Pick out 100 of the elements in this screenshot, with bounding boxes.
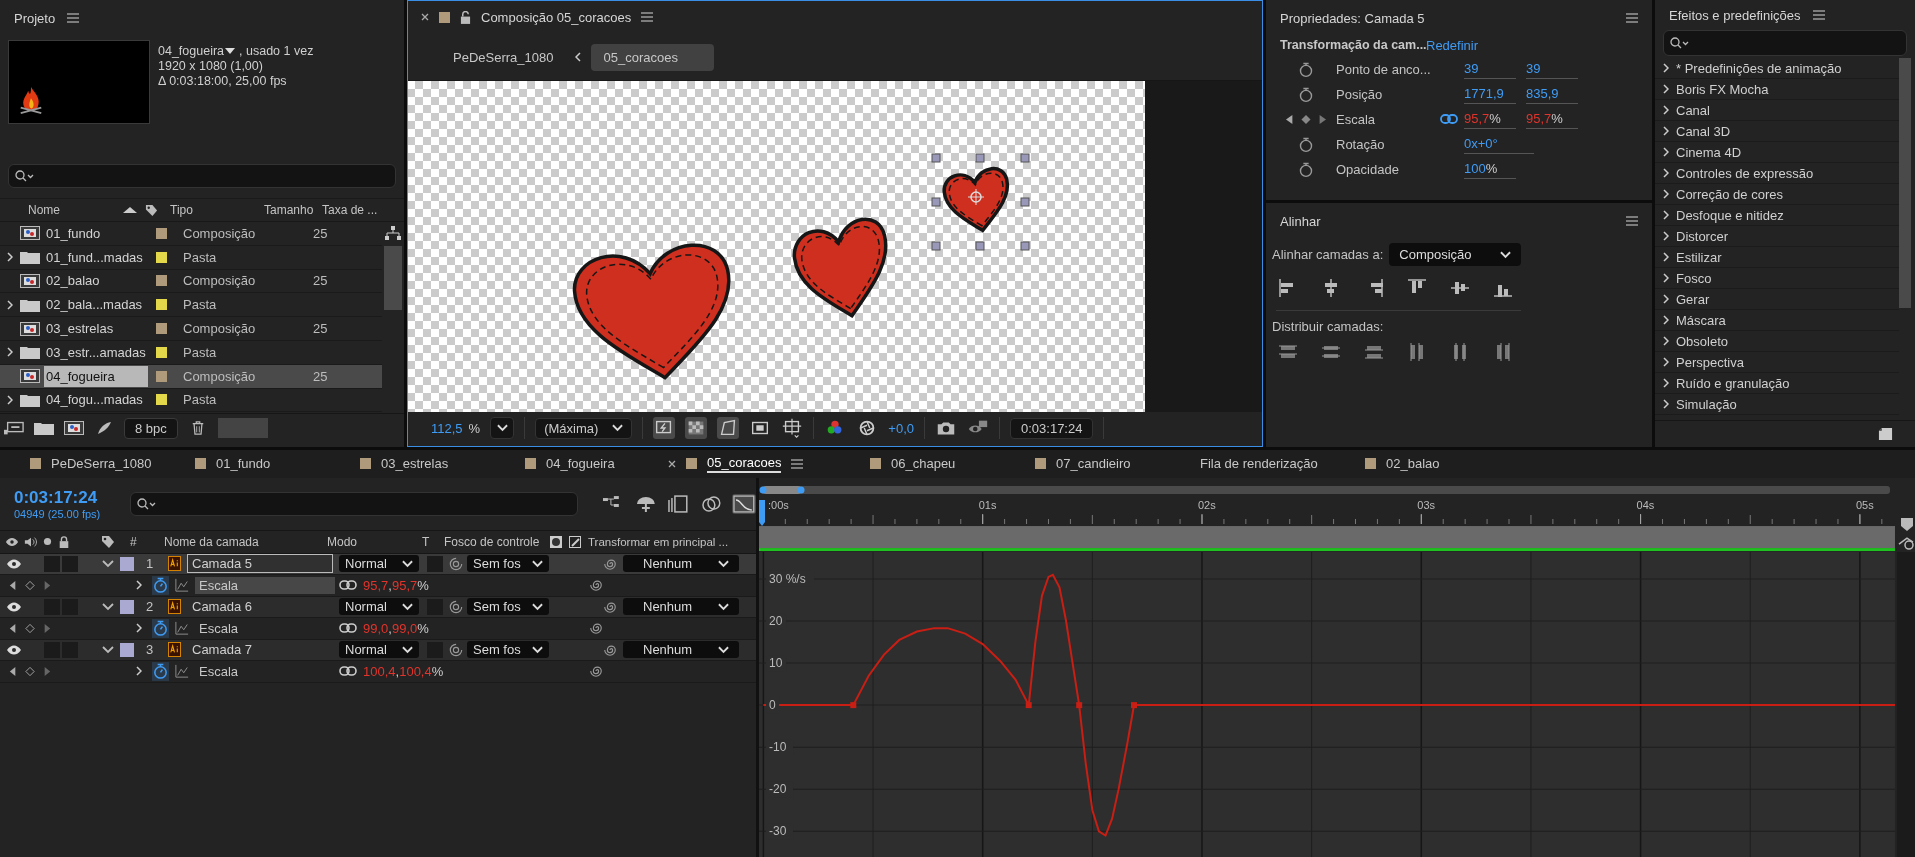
property-name[interactable]: Escala xyxy=(195,662,335,680)
search-field[interactable] xyxy=(129,491,579,516)
column-header[interactable]: Transformar em principal ... xyxy=(588,535,729,548)
eye-icon[interactable] xyxy=(6,558,22,569)
timeline-tab[interactable]: Fila de renderização xyxy=(1170,449,1335,478)
graph-icon[interactable] xyxy=(175,664,189,679)
property-value[interactable]: 100% xyxy=(1464,160,1516,179)
lock-switch[interactable] xyxy=(62,555,78,572)
mask-path-icon[interactable] xyxy=(717,417,740,439)
blend-mode-dropdown[interactable]: Normal xyxy=(339,555,419,573)
column-header[interactable]: Modo xyxy=(327,534,422,549)
chevron-icon[interactable] xyxy=(136,580,142,591)
spiral-icon[interactable] xyxy=(603,556,617,571)
menu-icon[interactable] xyxy=(67,13,80,23)
label-swatch[interactable] xyxy=(120,642,134,657)
chevron-icon[interactable] xyxy=(7,252,13,263)
chevron-down-icon[interactable] xyxy=(102,602,114,611)
parent-dropdown[interactable]: Nenhum xyxy=(623,641,739,659)
property-value[interactable]: 39 xyxy=(1464,60,1516,79)
label-swatch[interactable] xyxy=(156,251,167,263)
fast-preview-icon[interactable] xyxy=(653,417,676,439)
effect-category[interactable]: Perspectiva xyxy=(1655,352,1899,373)
chevron-icon[interactable] xyxy=(136,623,142,634)
grid-guides-icon[interactable] xyxy=(781,417,804,439)
exposure-value[interactable]: +0,0 xyxy=(888,420,914,436)
scrollbar[interactable] xyxy=(384,246,402,310)
effect-category[interactable]: Fosco xyxy=(1655,268,1899,289)
chevron-icon[interactable] xyxy=(7,347,13,358)
close-icon[interactable] xyxy=(421,13,429,21)
stopwatch-icon[interactable] xyxy=(1299,86,1313,103)
spiral-icon[interactable] xyxy=(589,664,603,679)
column-header[interactable]: Tipo xyxy=(170,203,264,217)
layer-row[interactable]: 1 Camada 5 Normal Sem fos Nenhum xyxy=(0,553,756,576)
dropdown-triangle-icon[interactable] xyxy=(225,48,236,54)
property-value[interactable]: 0x+0° xyxy=(1464,135,1534,154)
label-swatch[interactable] xyxy=(156,275,167,287)
spiral-icon[interactable] xyxy=(603,642,617,657)
unlocked-padlock-icon[interactable] xyxy=(460,10,471,24)
layer-row[interactable]: 2 Camada 6 Normal Sem fos Nenhum xyxy=(0,596,756,619)
solo-switch[interactable] xyxy=(44,555,60,572)
label-swatch[interactable] xyxy=(156,299,167,311)
property-value[interactable]: 99,0,99,0% xyxy=(363,620,583,636)
timeline-tab[interactable]: PeDeSerra_1080 xyxy=(0,449,165,478)
zoom-value[interactable]: 112,5 xyxy=(431,420,463,436)
panel-title[interactable]: Composição 05_coracoes xyxy=(481,9,632,25)
keyframe-marker[interactable] xyxy=(1131,701,1137,708)
current-time[interactable]: 0:03:17:24 xyxy=(14,487,121,508)
keyframe-marker[interactable] xyxy=(1076,701,1083,708)
property-value[interactable]: 835,9 xyxy=(1526,85,1578,104)
keyframe-marker[interactable] xyxy=(1025,701,1032,708)
project-item[interactable]: 01_fund...madas Pasta xyxy=(0,245,382,270)
blend-mode-dropdown[interactable]: Normal xyxy=(339,641,419,659)
spiral-icon[interactable] xyxy=(589,621,603,636)
chevron-icon[interactable] xyxy=(136,666,142,677)
property-value[interactable]: 95,7% xyxy=(1464,110,1516,129)
project-item[interactable]: 04_fogu...madas Pasta xyxy=(0,388,382,413)
project-item[interactable]: 02_bala...madas Pasta xyxy=(0,293,382,318)
spiral-icon[interactable] xyxy=(589,578,603,593)
effect-category[interactable]: Ruído e granulação xyxy=(1655,373,1899,394)
stopwatch-icon[interactable] xyxy=(1299,136,1313,153)
menu-icon[interactable] xyxy=(641,12,654,22)
effect-category[interactable]: Desfoque e nitidez xyxy=(1655,205,1899,226)
stopwatch-icon[interactable] xyxy=(152,661,169,681)
search-field[interactable] xyxy=(1663,30,1907,56)
folder-icon[interactable] xyxy=(34,421,54,435)
project-item[interactable]: 04_fogueira Composição 25 xyxy=(0,364,382,389)
keyframe-marker[interactable] xyxy=(850,701,857,708)
property-value[interactable]: 95,7% xyxy=(1526,110,1578,129)
timeline-tab[interactable]: 01_fundo xyxy=(165,449,330,478)
project-item[interactable]: 03_estrelas Composição 25 xyxy=(0,317,382,341)
zoom-dropdown[interactable] xyxy=(490,417,515,439)
property-name[interactable]: Escala xyxy=(195,619,335,637)
sort-ascending-icon[interactable] xyxy=(123,207,137,213)
column-header[interactable]: T xyxy=(422,534,444,549)
breadcrumb-tab[interactable]: 05_coracoes xyxy=(591,43,714,71)
column-header[interactable]: Tamanho xyxy=(264,203,322,217)
project-item[interactable]: 01_fundo Composição 25 xyxy=(0,222,382,246)
menu-icon[interactable] xyxy=(1626,216,1638,226)
resolution-dropdown[interactable]: (Máxima) xyxy=(535,417,633,439)
color-swatch[interactable] xyxy=(217,418,268,438)
timeline-tab[interactable]: 03_estrelas xyxy=(330,449,495,478)
label-swatch[interactable] xyxy=(156,370,167,382)
graph-snap-icon[interactable] xyxy=(1898,536,1914,550)
effect-category[interactable]: Boris FX Mocha xyxy=(1655,79,1899,100)
chevron-down-icon[interactable] xyxy=(102,645,114,654)
close-icon[interactable] xyxy=(668,459,676,468)
blend-mode-dropdown[interactable]: Normal xyxy=(339,598,419,616)
label-swatch[interactable] xyxy=(156,346,167,358)
track-matte-dropdown[interactable]: Sem fos xyxy=(467,555,549,573)
tag-icon[interactable] xyxy=(145,203,158,217)
effect-category[interactable]: Canal 3D xyxy=(1655,121,1899,142)
effect-category[interactable]: Correção de cores xyxy=(1655,184,1899,205)
menu-icon[interactable] xyxy=(791,458,804,469)
layer-name[interactable]: Camada 7 xyxy=(187,640,333,660)
property-value[interactable]: 100,4,100,4% xyxy=(363,663,583,679)
effect-category[interactable]: Gerar xyxy=(1655,289,1899,310)
project-item[interactable]: 03_estr...amadas Pasta xyxy=(0,341,382,365)
preserve-transparency-switch[interactable] xyxy=(427,555,443,572)
label-swatch[interactable] xyxy=(156,323,167,335)
menu-icon[interactable] xyxy=(1626,13,1638,23)
